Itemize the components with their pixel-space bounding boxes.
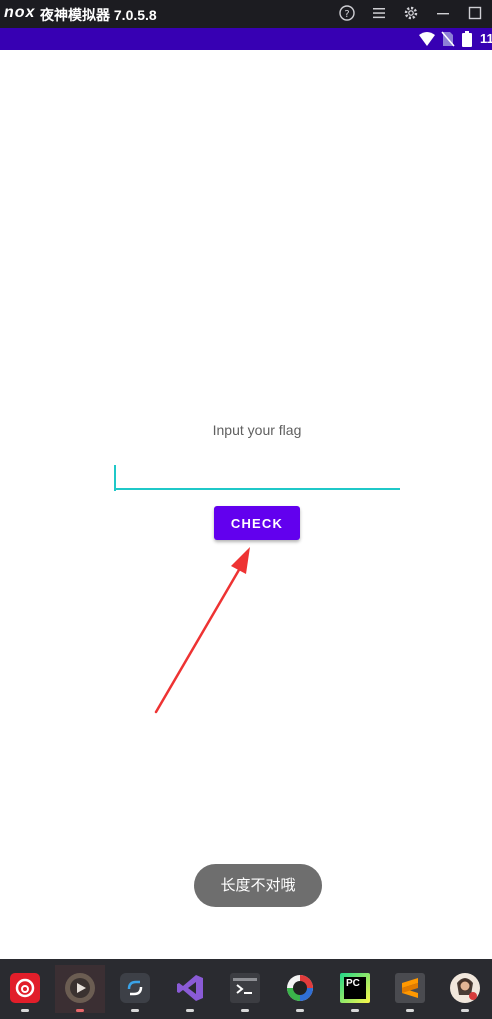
sync-app-icon <box>120 973 150 1003</box>
pycharm-icon: PC <box>340 973 370 1003</box>
taskbar-item-netease-music[interactable] <box>0 965 50 1013</box>
visual-studio-icon <box>175 973 205 1003</box>
toast-message: 长度不对哦 <box>194 864 322 907</box>
netease-music-icon <box>10 973 40 1003</box>
taskbar-running-indicator <box>406 1009 414 1012</box>
taskbar-running-indicator <box>186 1009 194 1012</box>
taskbar-item-jadx[interactable] <box>275 965 325 1013</box>
terminal-icon <box>230 973 260 1003</box>
taskbar-item-avatar-app[interactable] <box>440 965 490 1013</box>
jadx-icon <box>285 973 315 1003</box>
taskbar-item-sync-app[interactable] <box>110 965 160 1013</box>
media-player-icon <box>65 973 95 1003</box>
taskbar: PC <box>0 959 492 1019</box>
taskbar-item-media-player[interactable] <box>55 965 105 1013</box>
taskbar-item-pycharm[interactable]: PC <box>330 965 380 1013</box>
taskbar-running-indicator <box>76 1009 84 1012</box>
taskbar-running-indicator <box>461 1009 469 1012</box>
taskbar-item-sublime-text[interactable] <box>385 965 435 1013</box>
taskbar-item-visual-studio[interactable] <box>165 965 215 1013</box>
taskbar-item-terminal[interactable] <box>220 965 270 1013</box>
taskbar-running-indicator <box>351 1009 359 1012</box>
taskbar-running-indicator <box>21 1009 29 1012</box>
taskbar-running-indicator <box>296 1009 304 1012</box>
pycharm-icon-label: PC <box>344 977 366 999</box>
sublime-text-icon <box>395 973 425 1003</box>
avatar-app-icon <box>450 973 480 1003</box>
taskbar-running-indicator <box>241 1009 249 1012</box>
taskbar-running-indicator <box>131 1009 139 1012</box>
